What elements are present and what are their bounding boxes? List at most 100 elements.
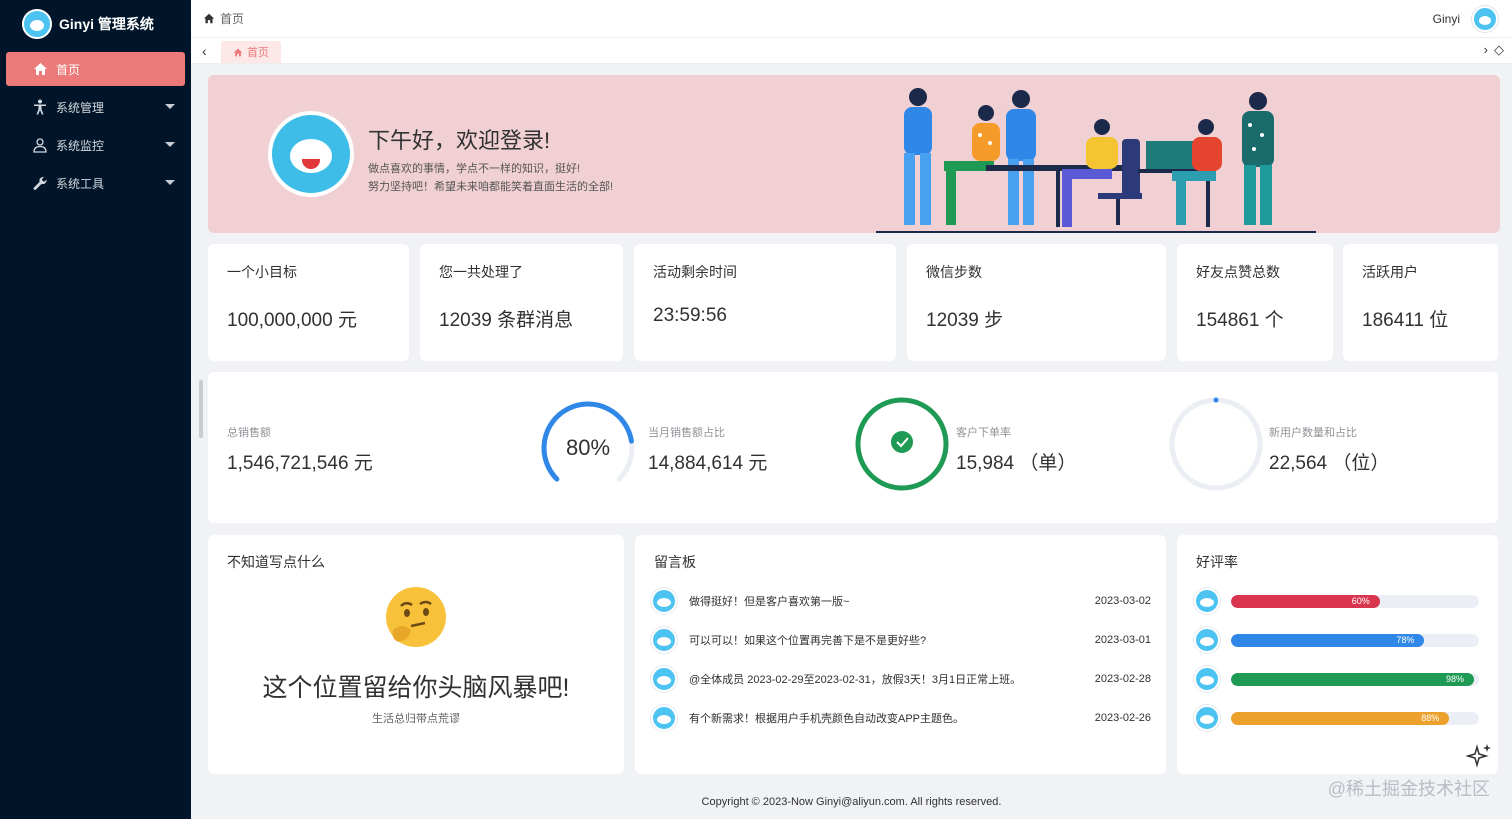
new-user-label: 新用户数量和占比 bbox=[1269, 427, 1357, 439]
check-circle-icon bbox=[891, 431, 913, 453]
sidebar-item-home[interactable]: 首页 bbox=[6, 52, 185, 86]
home-icon bbox=[32, 61, 48, 77]
welcome-banner: 下午好，欢迎登录! 做点喜欢的事情，学点不一样的知识，挺好! 努力坚持吧！希望未… bbox=[208, 75, 1500, 233]
tab-controls: › ◇ bbox=[1484, 42, 1504, 58]
card-title: 留言板 bbox=[654, 554, 696, 570]
brainstorm-headline: 这个位置留给你头脑风暴吧! bbox=[262, 674, 570, 702]
avatar bbox=[651, 705, 677, 731]
stat-value: 100,000,000 元 bbox=[227, 310, 357, 331]
avatar bbox=[651, 588, 677, 614]
progress-label: 60% bbox=[1351, 595, 1370, 606]
message-board-card: 留言板 做得挺好！但是客户喜欢第一版~ 2023-03-02 可以可以！如果这个… bbox=[635, 535, 1166, 774]
rating-row: 60% bbox=[1194, 586, 1484, 616]
sidebar-item-system-management[interactable]: 系统管理 bbox=[6, 90, 185, 124]
progress-track: 60% bbox=[1231, 594, 1479, 608]
welcome-line-2: 努力坚持吧！希望未来咱都能笑着直面生活的全部! bbox=[368, 181, 614, 193]
thinking-face-icon bbox=[386, 587, 446, 647]
sparkle-icon[interactable] bbox=[1466, 742, 1494, 770]
order-rate-label: 客户下单率 bbox=[956, 427, 1011, 439]
stat-card-steps: 微信步数 12039 步 bbox=[907, 244, 1166, 361]
welcome-greeting: 下午好，欢迎登录! bbox=[368, 128, 551, 153]
rating-row: 98% bbox=[1194, 664, 1484, 694]
sidebar-item-system-monitor[interactable]: 系统监控 bbox=[6, 128, 185, 162]
user-outline-icon bbox=[32, 137, 48, 153]
order-rate-gauge bbox=[855, 397, 949, 491]
gauge-track bbox=[1169, 397, 1263, 491]
welcome-line-1: 做点喜欢的事情，学点不一样的知识，挺好! bbox=[368, 163, 581, 175]
card-title: 不知道写点什么 bbox=[227, 554, 325, 570]
tab-label: 首页 bbox=[247, 47, 269, 59]
breadcrumb: 首页 bbox=[203, 10, 244, 27]
app-logo[interactable]: Ginyi 管理系统 bbox=[0, 0, 191, 48]
rating-card: 好评率 60% 78% 98% 88% bbox=[1177, 535, 1498, 774]
home-icon bbox=[203, 13, 215, 24]
avatar bbox=[1194, 627, 1220, 653]
total-sales-label: 总销售额 bbox=[227, 427, 271, 439]
new-user-gauge bbox=[1169, 397, 1263, 491]
avatar bbox=[1194, 666, 1220, 692]
progress-track: 98% bbox=[1231, 672, 1479, 686]
top-header: 首页 Ginyi bbox=[191, 0, 1512, 38]
rating-row: 78% bbox=[1194, 625, 1484, 655]
list-item[interactable]: 做得挺好！但是客户喜欢第一版~ 2023-03-02 bbox=[651, 586, 1151, 616]
avatar bbox=[651, 627, 677, 653]
wrench-icon bbox=[32, 175, 48, 191]
brainstorm-card: 不知道写点什么 这个位置留给你头脑风暴吧! 生活总归带点荒谬 bbox=[208, 535, 624, 774]
sales-overview-card: 总销售额 1,546,721,546 元 80% 当月销售额占比 14,884,… bbox=[208, 372, 1498, 523]
progress-track: 88% bbox=[1231, 711, 1479, 725]
tab-bar: ‹ 首页 › ◇ bbox=[191, 38, 1512, 64]
stat-label: 一个小目标 bbox=[227, 264, 297, 280]
total-sales-value: 1,546,721,546 元 bbox=[227, 453, 373, 474]
stat-value: 12039 步 bbox=[926, 310, 1004, 331]
sidebar: Ginyi 管理系统 首页 系统管理 系统监控 系统工具 bbox=[0, 0, 191, 819]
progress-fill: 78% bbox=[1231, 633, 1425, 647]
sidebar-item-label: 系统监控 bbox=[56, 138, 105, 153]
stat-label: 微信步数 bbox=[926, 264, 982, 280]
chevron-left-icon[interactable]: ‹ bbox=[202, 43, 207, 59]
message-text: 有个新需求！根据用户手机壳颜色自动改变APP主题色。 bbox=[689, 713, 965, 725]
username: Ginyi bbox=[1432, 12, 1460, 26]
welcome-avatar bbox=[268, 111, 354, 197]
logo-avatar-icon bbox=[22, 9, 52, 39]
stat-label: 好友点赞总数 bbox=[1196, 264, 1280, 280]
list-item[interactable]: 可以可以！如果这个位置再完善下是不是更好些? 2023-03-01 bbox=[651, 625, 1151, 655]
progress-label: 98% bbox=[1446, 673, 1465, 684]
list-item[interactable]: 有个新需求！根据用户手机壳颜色自动改变APP主题色。 2023-02-26 bbox=[651, 703, 1151, 733]
user-avatar[interactable] bbox=[1472, 6, 1498, 32]
chevron-right-icon[interactable]: › bbox=[1484, 42, 1488, 58]
stat-card-likes: 好友点赞总数 154861 个 bbox=[1177, 244, 1333, 361]
person-icon bbox=[32, 99, 48, 115]
avatar bbox=[651, 666, 677, 692]
message-date: 2023-03-01 bbox=[1094, 634, 1151, 646]
sidebar-menu: 首页 系统管理 系统监控 系统工具 bbox=[0, 48, 191, 200]
list-item[interactable]: @全体成员 2023-02-29至2023-02-31，放假3天！3月1日正常上… bbox=[651, 664, 1151, 694]
stat-card-active-users: 活跃用户 186411 位 bbox=[1343, 244, 1498, 361]
progress-fill: 88% bbox=[1231, 711, 1450, 725]
breadcrumb-item[interactable]: 首页 bbox=[220, 10, 244, 27]
stat-label: 活跃用户 bbox=[1362, 264, 1418, 280]
progress-label: 88% bbox=[1421, 712, 1440, 723]
user-menu[interactable]: Ginyi bbox=[1433, 6, 1498, 32]
message-date: 2023-02-26 bbox=[1094, 712, 1151, 724]
message-text: 可以可以！如果这个位置再完善下是不是更好些? bbox=[689, 635, 927, 647]
message-text: 做得挺好！但是客户喜欢第一版~ bbox=[689, 596, 850, 608]
stat-card-messages: 您一共处理了 12039 条群消息 bbox=[420, 244, 623, 361]
stat-value: 186411 位 bbox=[1362, 310, 1449, 331]
card-title: 好评率 bbox=[1196, 554, 1238, 570]
team-illustration bbox=[876, 88, 1316, 233]
message-text: @全体成员 2023-02-29至2023-02-31，放假3天！3月1日正常上… bbox=[689, 674, 1022, 686]
progress-fill: 60% bbox=[1231, 594, 1380, 608]
diamond-icon[interactable]: ◇ bbox=[1494, 42, 1504, 58]
order-rate-value: 15,984 （单） bbox=[956, 453, 1077, 474]
stat-card-goal: 一个小目标 100,000,000 元 bbox=[208, 244, 409, 361]
app-title: Ginyi 管理系统 bbox=[59, 16, 154, 32]
sales-ratio-gauge: 80% bbox=[541, 401, 635, 482]
gauge-text: 80% bbox=[566, 435, 610, 460]
rating-row: 88% bbox=[1194, 703, 1484, 733]
avatar bbox=[1194, 588, 1220, 614]
tab-home[interactable]: 首页 bbox=[221, 41, 281, 63]
avatar bbox=[1194, 705, 1220, 731]
sidebar-item-system-tools[interactable]: 系统工具 bbox=[6, 166, 185, 200]
scroll-handle[interactable] bbox=[199, 380, 203, 438]
new-user-value: 22,564 （位） bbox=[1269, 453, 1390, 474]
